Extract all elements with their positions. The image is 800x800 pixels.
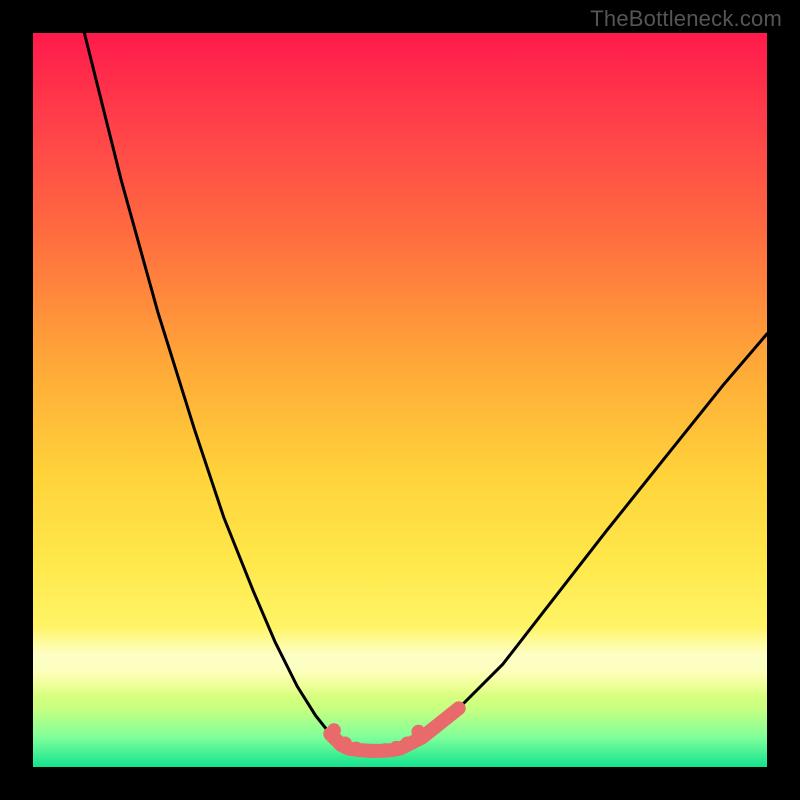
chart-frame: TheBottleneck.com <box>0 0 800 800</box>
curve-svg <box>33 33 767 767</box>
plot-area <box>33 33 767 767</box>
valley-dot <box>400 737 414 751</box>
curve-path <box>84 33 767 751</box>
curve-group <box>84 33 767 758</box>
valley-dot <box>364 744 378 758</box>
valley-dot <box>327 723 341 737</box>
watermark-text: TheBottleneck.com <box>590 6 782 32</box>
valley-dot <box>349 742 363 756</box>
valley-dot <box>411 725 425 739</box>
